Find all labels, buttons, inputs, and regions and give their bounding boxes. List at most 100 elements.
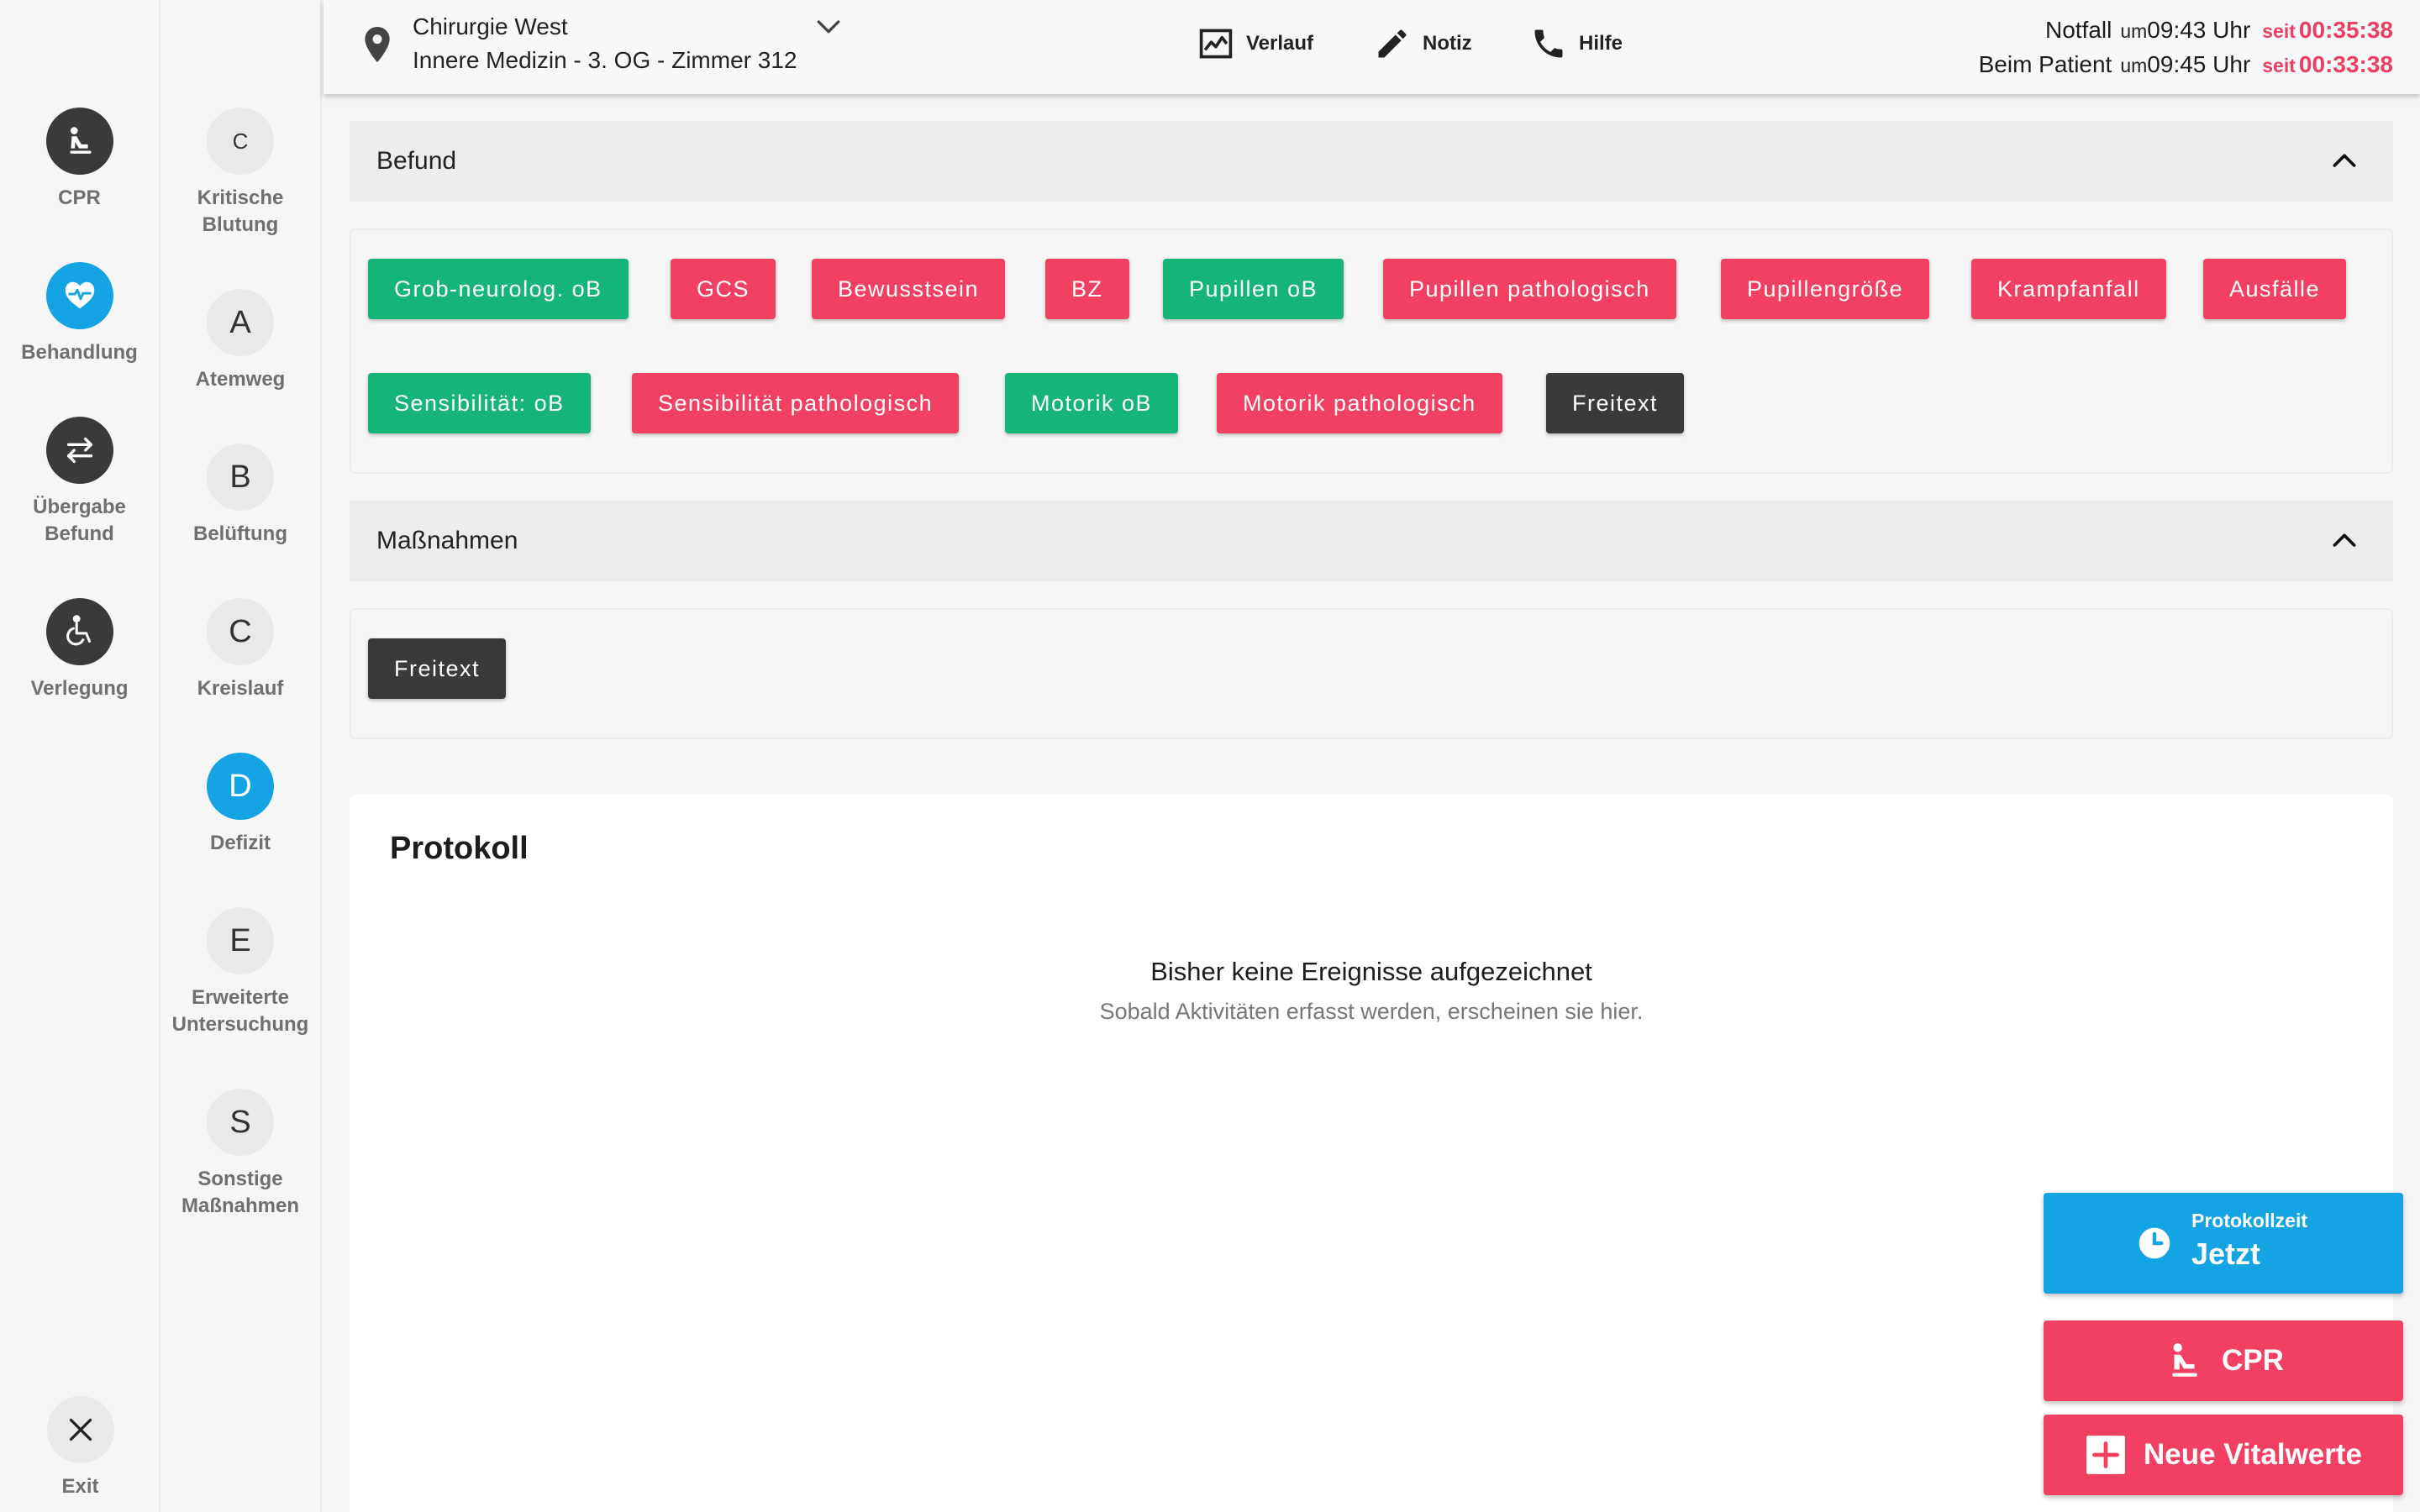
abcde-sidebar: C Kritische Blutung A Atemweg B Belüftun… xyxy=(160,0,322,1512)
nav-verlegung[interactable]: Verlegung xyxy=(0,598,159,702)
patient-timer: Beim Patient um09:45 Uhr seit 00:33:38 xyxy=(1979,48,2393,82)
befund-title: Befund xyxy=(376,147,457,175)
app-root: CPR Behandlung Übergabe Befund Verlegung… xyxy=(0,0,2420,1512)
befund-section-header[interactable]: Befund xyxy=(350,121,2393,202)
notfall-label: Notfall xyxy=(2044,17,2112,43)
nav-sonstige-massnahmen-label: Sonstige Maßnahmen xyxy=(181,1168,299,1217)
nav-cpr[interactable]: CPR xyxy=(0,108,159,212)
letter-d: D xyxy=(229,768,252,804)
cpr-button-label: CPR xyxy=(2222,1344,2284,1377)
heart-pulse-icon xyxy=(45,262,113,329)
chart-icon xyxy=(1199,29,1233,59)
swap-arrows-icon xyxy=(45,417,113,484)
letter-badge: B xyxy=(207,444,274,511)
protokoll-title: Protokoll xyxy=(390,831,529,866)
neue-vitalwerte-button[interactable]: Neue Vitalwerte xyxy=(2044,1415,2403,1495)
location-pin-icon xyxy=(365,27,390,63)
nav-atemweg[interactable]: A Atemweg xyxy=(160,289,320,393)
nav-defizit[interactable]: D Defizit xyxy=(160,753,320,857)
nav-erweiterte-untersuchung-label: Erweiterte Untersuchung xyxy=(171,986,309,1036)
notfall-duration: 00:35:38 xyxy=(2298,17,2393,43)
phone-icon xyxy=(1534,29,1563,58)
location-line-1: Chirurgie West xyxy=(413,13,568,39)
letter-badge: E xyxy=(207,907,274,974)
letter-s: S xyxy=(229,1104,251,1140)
chip-krampfanfall[interactable]: Krampfanfall xyxy=(1971,259,2166,319)
nav-behandlung[interactable]: Behandlung xyxy=(0,262,159,366)
nav-uebergabe[interactable]: Übergabe Befund xyxy=(0,417,159,548)
clock-icon xyxy=(2139,1227,2170,1259)
chip-pupillengroesse[interactable]: Pupillengröße xyxy=(1721,259,1930,319)
letter-e: E xyxy=(229,922,251,958)
exit-button[interactable]: Exit xyxy=(0,1396,160,1500)
letter-badge-active: D xyxy=(207,753,274,820)
verlauf-label: Verlauf xyxy=(1246,32,1314,55)
nav-kreislauf[interactable]: C Kreislauf xyxy=(160,598,320,702)
exit-label: Exit xyxy=(61,1475,99,1498)
chip-gcs[interactable]: GCS xyxy=(671,259,776,319)
hilfe-label: Hilfe xyxy=(1579,32,1623,55)
nav-kritische-blutung-label: Kritische Blutung xyxy=(197,186,284,236)
cpr-icon xyxy=(2172,1343,2197,1377)
hilfe-button[interactable]: Hilfe xyxy=(1530,25,1623,62)
chip-grob-neurolog-ob[interactable]: Grob-neurolog. oB xyxy=(368,259,629,319)
cpr-button[interactable]: CPR xyxy=(2044,1320,2403,1401)
seit-label: seit xyxy=(2262,55,2296,76)
nav-belueftung-label: Belüftung xyxy=(193,522,287,545)
location-selector[interactable]: Chirurgie West Innere Medizin - 3. OG - … xyxy=(359,10,845,77)
patient-time: 09:45 Uhr xyxy=(2147,51,2251,77)
plus-box-icon xyxy=(2086,1436,2125,1474)
chip-motorik-ob[interactable]: Motorik oB xyxy=(1005,373,1179,433)
chip-bz[interactable]: BZ xyxy=(1045,259,1129,319)
chip-freitext[interactable]: Freitext xyxy=(368,638,507,699)
letter-a: A xyxy=(229,304,251,340)
um-label: um xyxy=(2120,20,2148,42)
letter-b: B xyxy=(229,459,251,495)
nav-atemweg-label: Atemweg xyxy=(195,368,286,391)
timer-panel: Notfall um09:43 Uhr seit 00:35:38 Beim Pati… xyxy=(1979,13,2393,82)
protokollzeit-button[interactable]: Protokollzeit Jetzt xyxy=(2044,1193,2403,1294)
chip-sensibilitaet-ob[interactable]: Sensibilität: oB xyxy=(368,373,591,433)
seit-label: seit xyxy=(2262,20,2296,42)
protokollzeit-label: Protokollzeit xyxy=(2191,1210,2308,1231)
nav-kreislauf-label: Kreislauf xyxy=(197,677,284,700)
close-icon xyxy=(46,1396,114,1463)
chip-freitext[interactable]: Freitext xyxy=(1546,373,1685,433)
nav-belueftung[interactable]: B Belüftung xyxy=(160,444,320,548)
protokoll-panel: Protokoll Bisher keine Ereignisse aufgez… xyxy=(350,794,2393,1512)
massnahmen-section-header[interactable]: Maßnahmen xyxy=(350,501,2393,581)
chip-ausfaelle[interactable]: Ausfälle xyxy=(2203,259,2347,319)
massnahmen-title: Maßnahmen xyxy=(376,527,518,554)
chip-bewusstsein[interactable]: Bewusstsein xyxy=(812,259,1006,319)
location-line-2: Innere Medizin - 3. OG - Zimmer 312 xyxy=(413,47,797,73)
letter-badge: A xyxy=(207,289,274,356)
primary-sidebar: CPR Behandlung Übergabe Befund Verlegung… xyxy=(0,0,160,1512)
letter-c-small: C xyxy=(232,128,249,154)
chip-pupillen-pathologisch[interactable]: Pupillen pathologisch xyxy=(1383,259,1676,319)
nav-uebergabe-label: Übergabe Befund xyxy=(33,496,126,545)
nav-sonstige-massnahmen[interactable]: S Sonstige Maßnahmen xyxy=(160,1089,320,1220)
patient-duration: 00:33:38 xyxy=(2298,51,2393,77)
nav-behandlung-label: Behandlung xyxy=(21,341,138,364)
verlauf-button[interactable]: Verlauf xyxy=(1197,25,1313,62)
nav-cpr-label: CPR xyxy=(58,186,101,209)
patient-label: Beim Patient xyxy=(1978,51,2112,77)
chip-sensibilitaet-pathologisch[interactable]: Sensibilität pathologisch xyxy=(632,373,960,433)
um-label: um xyxy=(2120,55,2148,76)
chip-pupillen-ob[interactable]: Pupillen oB xyxy=(1163,259,1344,319)
top-header: Chirurgie West Innere Medizin - 3. OG - … xyxy=(324,0,2420,94)
letter-badge: C xyxy=(207,598,274,665)
nav-kritische-blutung[interactable]: C Kritische Blutung xyxy=(160,108,320,239)
wheelchair-icon xyxy=(45,598,113,665)
befund-chips-panel: Grob-neurolog. oB GCS Bewusstsein BZ Pup… xyxy=(350,228,2393,474)
cpr-icon xyxy=(45,108,113,175)
chip-motorik-pathologisch[interactable]: Motorik pathologisch xyxy=(1217,373,1502,433)
nav-verlegung-label: Verlegung xyxy=(30,677,129,700)
pencil-icon xyxy=(1378,29,1407,58)
empty-state-title: Bisher keine Ereignisse aufgezeichnet xyxy=(1150,957,1592,986)
notiz-button[interactable]: Notiz xyxy=(1374,25,1472,62)
nav-erweiterte-untersuchung[interactable]: E Erweiterte Untersuchung xyxy=(160,907,320,1038)
chevron-up-icon xyxy=(2333,154,2356,167)
empty-state-subtitle: Sobald Aktivitäten erfasst werden, ersch… xyxy=(1099,999,1644,1024)
notfall-time: 09:43 Uhr xyxy=(2147,17,2251,43)
